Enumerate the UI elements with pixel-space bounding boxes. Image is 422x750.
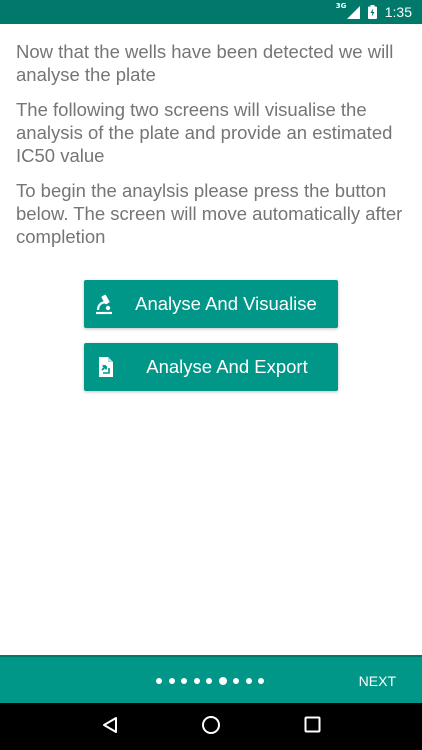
battery-charging-icon [367,5,377,19]
cell-signal-icon: 3G [336,2,360,19]
analyse-visualise-label: Analyse And Visualise [135,293,317,314]
page-dot-9 [258,678,264,684]
page-dot-1 [156,678,162,684]
recents-icon[interactable] [304,716,321,737]
analyse-export-label: Analyse And Export [146,356,308,377]
instructions: Now that the wells have been detected we… [16,40,412,260]
analyse-export-button[interactable]: Analyse And Export [84,343,338,391]
page-dot-3 [181,678,187,684]
instruction-paragraph-3: To begin the anaylsis please press the b… [16,180,403,247]
page-indicator [156,677,271,685]
analyse-visualise-button[interactable]: Analyse And Visualise [84,280,338,328]
page-dot-2 [168,678,175,684]
network-type: 3G [335,2,347,10]
clock: 1:35 [384,4,412,20]
instruction-paragraph-1: Now that the wells have been detected we… [16,41,394,85]
status-bar: 3G 1:35 [0,0,422,24]
pager-bar: NEXT [0,655,422,703]
page-dot-8 [245,678,252,684]
page-dot-7 [233,678,239,684]
next-button[interactable]: NEXT [359,673,396,689]
back-icon[interactable] [101,716,119,738]
page-dot-5 [206,678,212,684]
page-dot-6-active [218,677,227,685]
home-icon[interactable] [201,715,221,739]
page-dot-4 [193,678,200,684]
file-export-icon [86,356,126,378]
system-nav-bar [0,703,422,750]
microscope-icon [84,293,124,315]
instruction-paragraph-2: The following two screens will visualise… [16,99,393,166]
